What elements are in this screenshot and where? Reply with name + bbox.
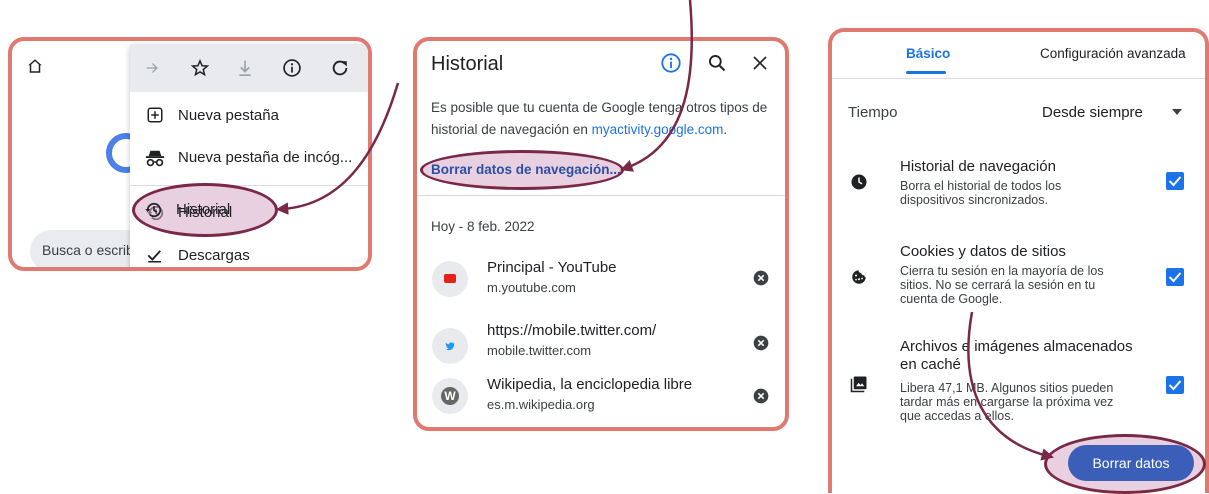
- entry-title: https://mobile.twitter.com/: [487, 322, 657, 339]
- twitter-favicon: [432, 328, 468, 364]
- wikipedia-favicon: W: [432, 378, 468, 414]
- option-title: Archivos e imágenes almacenados en caché: [900, 338, 1133, 374]
- menu-item-incognito[interactable]: Nueva pestaña de incóg...: [130, 138, 368, 178]
- page-title: Historial: [431, 53, 504, 75]
- info-text-line: Es posible que tu cuenta de Google tenga…: [431, 100, 768, 115]
- option-title-line: Archivos e imágenes almacenados: [900, 338, 1133, 355]
- entry-title: Principal - YouTube: [487, 259, 617, 276]
- info-text-line: historial de navegación en myactivity.go…: [431, 122, 728, 137]
- menu-item-label: Historial: [178, 204, 233, 221]
- clear-browsing-data-link[interactable]: Borrar datos de navegación...: [431, 162, 621, 177]
- menu-item-label: Nueva pestaña: [178, 107, 279, 124]
- star-icon[interactable]: [191, 59, 209, 77]
- remove-entry-icon[interactable]: [753, 270, 769, 286]
- option-description: Libera 47,1 MB. Algunos sitios pueden ta…: [900, 381, 1113, 423]
- tab-basic-label: Básico: [906, 46, 951, 61]
- time-label: Tiempo: [848, 104, 898, 121]
- option-description-line: Cierra tu sesión en la mayoría de los: [900, 264, 1104, 278]
- tab-active-indicator: [906, 71, 946, 74]
- search-icon[interactable]: [707, 53, 727, 73]
- search-placeholder: Busca o escrib: [42, 242, 134, 258]
- info-icon[interactable]: [282, 58, 302, 78]
- youtube-logo-icon: [444, 274, 456, 283]
- option-title-line: en caché: [900, 356, 961, 373]
- clear-data-button[interactable]: Borrar datos: [1068, 445, 1194, 481]
- downloads-icon: [146, 246, 164, 264]
- menu-item-label: Nueva pestaña de incóg...: [178, 149, 353, 166]
- menu-item-downloads[interactable]: Descargas: [130, 236, 368, 267]
- reload-icon[interactable]: [331, 59, 349, 77]
- history-checkbox[interactable]: [1166, 172, 1184, 190]
- myactivity-link[interactable]: myactivity.google.com: [592, 122, 724, 137]
- history-entry[interactable]: https://mobile.twitter.com/ mobile.twitt…: [417, 316, 785, 376]
- option-description-line: dispositivos sincronizados.: [900, 193, 1048, 207]
- remove-entry-icon[interactable]: [753, 335, 769, 351]
- option-description-line: cuenta de Google.: [900, 292, 1003, 306]
- tab-basic[interactable]: Básico: [868, 32, 1008, 76]
- history-entry[interactable]: Principal - YouTube m.youtube.com: [417, 251, 785, 311]
- cache-checkbox[interactable]: [1166, 376, 1184, 394]
- time-range-select[interactable]: Desde siempre: [1042, 98, 1192, 128]
- date-header: Hoy - 8 feb. 2022: [431, 219, 535, 234]
- menu-divider: [130, 185, 368, 186]
- home-icon[interactable]: [26, 57, 44, 75]
- entry-url: m.youtube.com: [487, 280, 576, 295]
- incognito-icon: [144, 148, 166, 168]
- download-icon[interactable]: [237, 59, 253, 77]
- option-title: Historial de navegación: [900, 158, 1056, 175]
- time-range-value: Desde siempre: [1042, 104, 1143, 121]
- forward-icon[interactable]: [144, 60, 160, 76]
- menu-toolbar: [130, 44, 368, 92]
- option-description: Borra el historial de todos los disposit…: [900, 179, 1061, 207]
- youtube-favicon: [432, 261, 468, 297]
- info-icon[interactable]: [660, 52, 682, 74]
- entry-url: es.m.wikipedia.org: [487, 397, 595, 412]
- cookies-checkbox[interactable]: [1166, 268, 1184, 286]
- section-divider: [417, 195, 785, 196]
- option-description-line: tardar más en cargarse la próxima vez: [900, 395, 1114, 409]
- menu-item-new-tab[interactable]: Nueva pestaña: [130, 96, 368, 136]
- remove-entry-icon[interactable]: [753, 388, 769, 404]
- clear-data-panel: Básico Configuración avanzada Tiempo Des…: [828, 28, 1209, 493]
- history-panel: Historial Es posible que tu cuenta de Go…: [413, 37, 789, 431]
- info-text-fragment: historial de navegación en: [431, 122, 588, 137]
- image-icon: [850, 375, 868, 393]
- tab-advanced[interactable]: Configuración avanzada: [1028, 32, 1205, 76]
- history-icon: [144, 200, 164, 220]
- close-icon[interactable]: [752, 55, 768, 71]
- tab-advanced-label: Configuración avanzada: [1040, 46, 1186, 61]
- option-description: Cierra tu sesión en la mayoría de los si…: [900, 264, 1104, 306]
- clock-icon: [850, 173, 868, 191]
- history-entry[interactable]: W Wikipedia, la enciclopedia libre es.m.…: [417, 374, 785, 427]
- option-description-line: sitios. No se cerrará la sesión en tu: [900, 278, 1096, 292]
- clear-data-button-label: Borrar datos: [1092, 455, 1170, 471]
- option-description-line: Borra el historial de todos los: [900, 179, 1062, 193]
- new-tab-icon: [146, 106, 164, 124]
- dropdown-arrow-icon: [1172, 109, 1182, 115]
- option-description-line: que accedas a ellos.: [900, 409, 1014, 423]
- option-description-line: Libera 47,1 MB. Algunos sitios pueden: [900, 381, 1114, 395]
- cookie-icon: [850, 268, 868, 286]
- entry-url: mobile.twitter.com: [487, 343, 592, 358]
- menu-item-label: Descargas: [178, 247, 250, 264]
- wikipedia-logo-icon: W: [441, 387, 459, 405]
- browser-menu: Nueva pestaña Nueva pestaña de incóg... …: [130, 44, 368, 267]
- option-title: Cookies y datos de sitios: [900, 243, 1066, 260]
- entry-title: Wikipedia, la enciclopedia libre: [487, 376, 693, 393]
- info-text: Es posible que tu cuenta de Google tenga…: [431, 97, 781, 141]
- tabs-divider: [832, 78, 1205, 79]
